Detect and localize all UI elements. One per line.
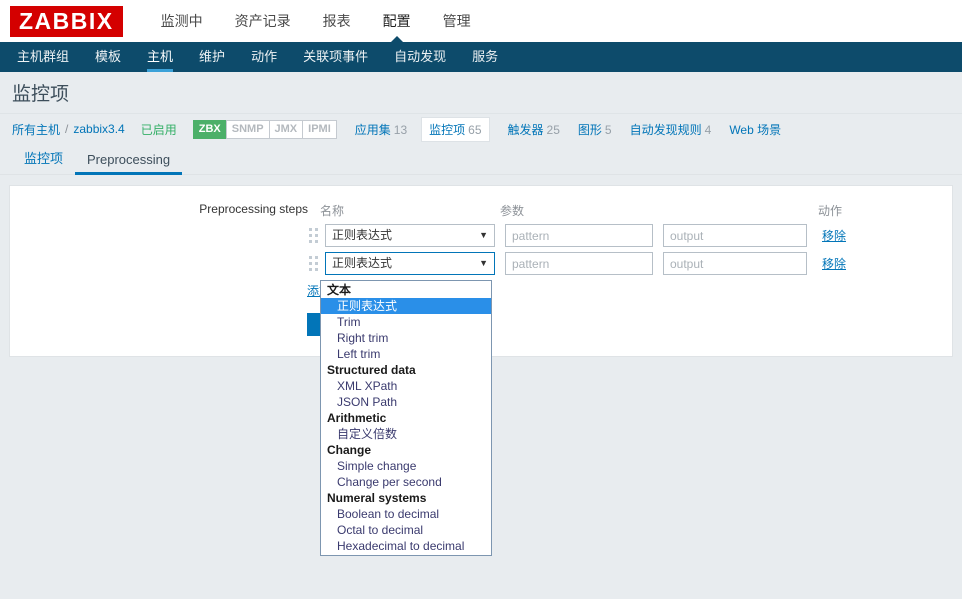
sub-nav-item-7[interactable]: 服务 [459, 42, 511, 72]
protocol-badge-jmx: JMX [269, 120, 303, 139]
dropdown-group-label: Numeral systems [321, 490, 491, 506]
zabbix-logo[interactable]: ZABBIX [10, 6, 123, 37]
dropdown-option[interactable]: Simple change [321, 458, 491, 474]
main-menu-item-2[interactable]: 报表 [307, 0, 367, 42]
breadcrumb-separator: / [65, 122, 68, 136]
dropdown-option[interactable]: Octal to decimal [321, 522, 491, 538]
entity-link-4[interactable]: 自动发现规则4 [630, 121, 712, 138]
dropdown-option[interactable]: Trim [321, 314, 491, 330]
main-menu: 监测中资产记录报表配置管理 [145, 0, 487, 42]
dropdown-option[interactable]: XML XPath [321, 378, 491, 394]
column-header-name: 名称 [320, 202, 500, 219]
entity-link-3[interactable]: 图形5 [578, 121, 612, 138]
entity-link-label: 自动发现规则 [630, 123, 702, 137]
sub-nav-item-2[interactable]: 主机 [134, 42, 186, 72]
step-param1-input[interactable] [505, 224, 653, 247]
secondary-nav: 主机群组模板主机维护动作关联项事件自动发现服务 [0, 42, 962, 72]
dropdown-option[interactable]: JSON Path [321, 394, 491, 410]
step-type-select[interactable]: 正则表达式 ▼ [325, 252, 495, 275]
chevron-down-icon: ▼ [479, 225, 488, 246]
protocol-badge-ipmi: IPMI [302, 120, 337, 139]
main-menu-item-4[interactable]: 管理 [427, 0, 487, 42]
sub-nav-item-6[interactable]: 自动发现 [381, 42, 459, 72]
entity-link-0[interactable]: 应用集13 [355, 121, 407, 138]
step-type-value: 正则表达式 [332, 256, 392, 270]
page-title: 监控项 [12, 79, 69, 106]
drag-handle-icon[interactable] [307, 226, 320, 246]
protocol-badge-snmp: SNMP [226, 120, 269, 139]
dropdown-option[interactable]: Change per second [321, 474, 491, 490]
breadcrumb: 所有主机 / zabbix3.4 已启用 ZBXSNMPJMXIPMI 应用集1… [0, 113, 962, 144]
entity-link-count: 5 [605, 123, 612, 137]
entity-link-1[interactable]: 监控项65 [421, 117, 489, 142]
preprocessing-step-row: 正则表达式 ▼ 移除 [10, 224, 952, 247]
main-menu-item-1[interactable]: 资产记录 [219, 0, 307, 42]
chevron-down-icon: ▼ [479, 253, 488, 274]
dropdown-group-label: Arithmetic [321, 410, 491, 426]
sub-nav-item-5[interactable]: 关联项事件 [290, 42, 381, 72]
entity-link-count: 4 [705, 123, 712, 137]
preprocessing-step-row: 正则表达式 ▼ 移除 [10, 252, 952, 275]
entity-links: 应用集13 监控项65 触发器25 图形5 自动发现规则4 Web 场景 [337, 117, 781, 142]
step-param2-input[interactable] [663, 252, 807, 275]
sub-nav-item-1[interactable]: 模板 [82, 42, 134, 72]
section-label: Preprocessing steps [10, 202, 320, 219]
step-type-value: 正则表达式 [332, 228, 392, 242]
entity-link-label: Web 场景 [729, 123, 781, 137]
entity-link-2[interactable]: 触发器25 [508, 121, 560, 138]
host-status[interactable]: 已启用 [141, 121, 177, 138]
protocol-badges: ZBXSNMPJMXIPMI [193, 120, 337, 139]
column-header-params: 参数 [500, 202, 818, 219]
dropdown-option[interactable]: 正则表达式 [321, 298, 491, 314]
protocol-badge-zbx: ZBX [193, 120, 226, 139]
top-header: ZABBIX 监测中资产记录报表配置管理 [0, 0, 962, 42]
entity-link-label: 图形 [578, 123, 602, 137]
sub-nav-item-4[interactable]: 动作 [238, 42, 290, 72]
dropdown-group-label: Change [321, 442, 491, 458]
entity-link-label: 监控项 [429, 123, 465, 137]
step-param2-input[interactable] [663, 224, 807, 247]
page-title-bar: 监控项 [0, 72, 962, 113]
entity-link-count: 65 [468, 123, 481, 137]
form-column-headers: Preprocessing steps 名称 参数 动作 [10, 186, 952, 219]
dropdown-option[interactable]: Hexadecimal to decimal [321, 538, 491, 554]
dropdown-group-label: Structured data [321, 362, 491, 378]
remove-step-link[interactable]: 移除 [822, 227, 846, 244]
breadcrumb-host[interactable]: zabbix3.4 [73, 122, 124, 136]
dropdown-option[interactable]: 自定义倍数 [321, 426, 491, 442]
main-menu-item-0[interactable]: 监测中 [145, 0, 219, 42]
breadcrumb-all-hosts[interactable]: 所有主机 [12, 121, 60, 138]
sub-nav-item-3[interactable]: 维护 [186, 42, 238, 72]
entity-link-5[interactable]: Web 场景 [729, 121, 781, 138]
main-menu-item-3[interactable]: 配置 [367, 0, 427, 42]
dropdown-option[interactable]: Boolean to decimal [321, 506, 491, 522]
dropdown-option[interactable]: Left trim [321, 346, 491, 362]
step-param1-input[interactable] [505, 252, 653, 275]
content-tab-0[interactable]: 监控项 [12, 148, 75, 174]
entity-link-label: 应用集 [355, 123, 391, 137]
content-tabs: 监控项Preprocessing [0, 144, 962, 175]
preprocessing-steps-list: 正则表达式▼移除正则表达式▼移除 [10, 224, 952, 275]
content-tab-1[interactable]: Preprocessing [75, 152, 182, 174]
step-type-select[interactable]: 正则表达式 ▼ [325, 224, 495, 247]
dropdown-option[interactable]: Right trim [321, 330, 491, 346]
dropdown-group-label: 文本 [321, 282, 491, 298]
remove-step-link[interactable]: 移除 [822, 255, 846, 272]
drag-handle-icon[interactable] [307, 254, 320, 274]
preprocessing-type-dropdown[interactable]: 文本正则表达式TrimRight trimLeft trimStructured… [320, 280, 492, 556]
sub-nav-item-0[interactable]: 主机群组 [4, 42, 82, 72]
column-header-action: 动作 [818, 202, 918, 219]
entity-link-count: 13 [394, 123, 407, 137]
entity-link-label: 触发器 [508, 123, 544, 137]
entity-link-count: 25 [547, 123, 560, 137]
